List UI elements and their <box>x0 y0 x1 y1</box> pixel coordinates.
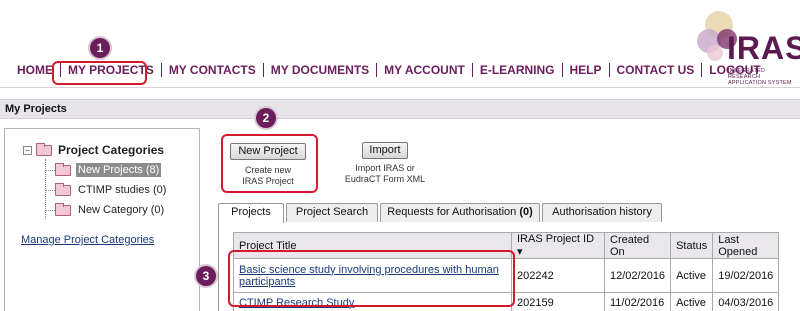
tree-connector <box>45 170 55 171</box>
folder-icon <box>55 182 71 196</box>
tab-label: Requests for Authorisation <box>387 206 520 218</box>
nav-my-documents[interactable]: MY DOCUMENTS <box>264 63 376 77</box>
tab-requests-for-authorisation[interactable]: Requests for Authorisation (0) <box>380 203 540 222</box>
last-opened-cell: 19/02/2016 <box>712 258 780 293</box>
project-id-cell: 202242 <box>511 258 605 293</box>
import-caption: Import IRAS or EudraCT Form XML <box>340 163 430 185</box>
iras-logo-word: IRAS <box>727 30 800 66</box>
category-new-category[interactable]: New Category (0) <box>55 202 166 217</box>
tab-authorisation-history[interactable]: Authorisation history <box>542 203 662 222</box>
folder-icon <box>36 142 52 156</box>
tab-project-search[interactable]: Project Search <box>286 203 378 222</box>
created-on-cell: 12/02/2016 <box>603 258 672 293</box>
last-opened-cell: 04/03/2016 <box>712 292 780 311</box>
tab-count-badge: (0) <box>519 206 533 218</box>
category-label: New Category (0) <box>78 204 165 216</box>
created-on-cell: 11/02/2016 <box>603 292 672 311</box>
manage-categories-link[interactable]: Manage Project Categories <box>21 234 154 246</box>
nav-my-account[interactable]: MY ACCOUNT <box>377 63 472 77</box>
col-iras-project-id[interactable]: IRAS Project ID ▾ <box>511 232 605 259</box>
category-label: New Projects (8) <box>76 163 162 177</box>
import-button[interactable]: Import <box>362 142 408 159</box>
highlight-ring-new-project <box>221 134 318 193</box>
project-categories-panel: − Project Categories New Projects (8) CT… <box>4 128 200 311</box>
nav-my-contacts[interactable]: MY CONTACTS <box>162 63 263 77</box>
callout-badge-1: 1 <box>90 38 110 58</box>
caption-line: EudraCT Form XML <box>344 174 426 184</box>
callout-badge-2: 2 <box>256 108 276 128</box>
page-title-bar: My Projects <box>0 99 800 119</box>
tree-root-label: Project Categories <box>58 143 165 157</box>
project-id-cell: 202159 <box>511 292 605 311</box>
tab-projects[interactable]: Projects <box>218 203 284 223</box>
category-label: CTIMP studies (0) <box>78 184 167 196</box>
highlight-ring-project-rows <box>228 250 515 307</box>
col-status[interactable]: Status <box>670 232 714 259</box>
tree-root: − Project Categories <box>23 142 165 157</box>
col-last-opened[interactable]: Last Opened <box>712 232 780 259</box>
category-ctimp-studies[interactable]: CTIMP studies (0) <box>55 182 168 197</box>
highlight-ring-my-projects <box>52 61 147 85</box>
collapse-icon[interactable]: − <box>23 145 32 155</box>
folder-icon <box>55 202 71 216</box>
callout-badge-3: 3 <box>196 266 216 286</box>
tree-connector <box>45 190 55 191</box>
page-title: My Projects <box>5 103 67 115</box>
nav-e-learning[interactable]: E-LEARNING <box>473 63 562 77</box>
status-cell: Active <box>670 292 714 311</box>
tree-connector <box>45 210 55 211</box>
category-new-projects[interactable]: New Projects (8) <box>55 162 162 177</box>
col-created-on[interactable]: Created On <box>603 232 672 259</box>
status-cell: Active <box>670 258 714 293</box>
nav-contact-us[interactable]: CONTACT US <box>610 63 702 77</box>
nav-logout[interactable]: LOGOUT <box>702 63 767 77</box>
nav-help[interactable]: HELP <box>563 63 609 77</box>
caption-line: Import IRAS or <box>355 163 415 173</box>
open-folder-icon <box>55 162 71 176</box>
